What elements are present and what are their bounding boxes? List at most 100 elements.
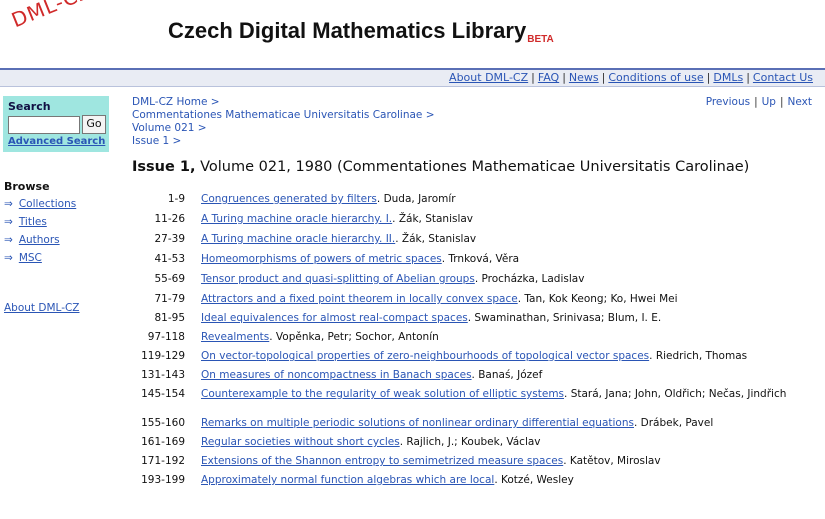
about-dml-cz-link[interactable]: About DML-CZ [4, 302, 80, 314]
article-pages: 41-53 [154, 253, 185, 265]
article-pages: 119-129 [141, 350, 185, 362]
site-title-text: Czech Digital Mathematics Library [168, 18, 527, 43]
article-title-link[interactable]: Ideal equivalences for almost real-compa… [201, 312, 468, 324]
beta-badge: BETA [527, 34, 554, 45]
article-title-link[interactable]: A Turing machine oracle hierarchy. I. [201, 213, 392, 225]
breadcrumb-volume[interactable]: Volume 021 > [132, 122, 207, 134]
article-title-link[interactable]: A Turing machine oracle hierarchy. II. [201, 233, 395, 245]
breadcrumb-home[interactable]: DML-CZ Home > [132, 96, 220, 108]
article-authors: . Procházka, Ladislav [474, 273, 585, 285]
article-authors: . Stará, Jana; John, Oldřich; Nečas, Jin… [564, 388, 787, 400]
next-link[interactable]: Next [788, 96, 812, 108]
dml-cz-logo[interactable]: DML-CZ [8, 0, 95, 32]
article-title-link[interactable]: Remarks on multiple periodic solutions o… [201, 417, 634, 429]
article-pages: 145-154 [141, 388, 185, 400]
article-authors: . Trnková, Věra [441, 253, 520, 265]
nav-faq[interactable]: FAQ [538, 71, 559, 84]
browse-item-msc: ⇒ MSC [4, 252, 42, 264]
browse-link[interactable]: Collections [19, 198, 76, 210]
article-title-link[interactable]: On vector-topological properties of zero… [201, 350, 649, 362]
article-authors: . Žák, Stanislav [395, 233, 477, 245]
article-title-link[interactable]: Regular societies without short cycles [201, 436, 400, 448]
article-title-link[interactable]: Extensions of the Shannon entropy to sem… [201, 455, 563, 467]
list-item: 119-129 On vector-topological properties … [132, 350, 822, 364]
breadcrumb-journal[interactable]: Commentationes Mathematicae Universitati… [132, 109, 435, 121]
top-navigation: About DML-CZ | FAQ | News | Conditions of use |… [0, 70, 825, 87]
arrow-right-icon: ⇒ [4, 216, 13, 228]
site-title: Czech Digital Mathematics LibraryBETA [168, 18, 554, 45]
list-item: 97-118 Revealments. Vopěnka, Petr; Sochor… [132, 331, 822, 345]
article-pages: 71-79 [154, 293, 185, 305]
list-item: 1-9 Congruences generated by filters. Dud… [132, 193, 822, 207]
article-entry: Ideal equivalences for almost real-compa… [201, 312, 816, 325]
issue-number: Issue 1, [132, 159, 196, 175]
article-entry: On vector-topological properties of zero… [201, 350, 816, 363]
article-authors: . Rajlich, J.; Koubek, Václav [399, 436, 541, 448]
browse-link[interactable]: Authors [19, 234, 60, 246]
breadcrumb-issue[interactable]: Issue 1 > [132, 135, 181, 147]
search-input[interactable] [8, 116, 80, 134]
browse-item-titles: ⇒ Titles [4, 216, 47, 228]
article-entry: Homeomorphisms of powers of metric space… [201, 253, 816, 266]
arrow-right-icon: ⇒ [4, 234, 13, 246]
article-authors: . Banaś, Józef [471, 369, 543, 381]
article-entry: Tensor product and quasi-splitting of Ab… [201, 273, 816, 286]
browse-link[interactable]: MSC [19, 252, 42, 264]
advanced-search-link[interactable]: Advanced Search [8, 136, 105, 147]
article-title-link[interactable]: Approximately normal function algebras w… [201, 474, 494, 486]
article-title-link[interactable]: Counterexample to the regularity of weak… [201, 388, 564, 400]
article-entry: Approximately normal function algebras w… [201, 474, 816, 487]
list-item: 155-160 Remarks on multiple periodic solu… [132, 417, 822, 431]
article-title-link[interactable]: Revealments [201, 331, 269, 343]
article-entry: Counterexample to the regularity of weak… [201, 388, 816, 401]
article-entry: Regular societies without short cycles. … [201, 436, 816, 449]
article-pages: 81-95 [154, 312, 185, 324]
article-authors: . Swaminathan, Srinivasa; Blum, I. E. [467, 312, 662, 324]
article-title-link[interactable]: On measures of noncompactness in Banach … [201, 369, 472, 381]
article-pages: 155-160 [141, 417, 185, 429]
previous-link[interactable]: Previous [706, 96, 750, 108]
article-authors: . Duda, Jaromír [376, 193, 456, 205]
list-item: 193-199 Approximately normal function alg… [132, 474, 822, 488]
nav-about[interactable]: About DML-CZ [449, 71, 528, 84]
list-item: 161-169 Regular societies without short c… [132, 436, 822, 450]
article-entry: Remarks on multiple periodic solutions o… [201, 417, 816, 430]
browse-link[interactable]: Titles [19, 216, 47, 228]
browse-title: Browse [4, 180, 50, 193]
search-title: Search [8, 100, 51, 113]
article-title-link[interactable]: Tensor product and quasi-splitting of Ab… [201, 273, 475, 285]
arrow-right-icon: ⇒ [4, 252, 13, 264]
list-item: 171-192 Extensions of the Shannon entropy… [132, 455, 822, 469]
article-title-link[interactable]: Attractors and a fixed point theorem in … [201, 293, 518, 305]
page-title: Issue 1, Volume 021, 1980 (Commentatione… [132, 159, 749, 175]
list-item: 145-154 Counterexample to the regularity … [132, 388, 822, 402]
nav-news[interactable]: News [569, 71, 599, 84]
article-pages: 193-199 [141, 474, 185, 486]
arrow-right-icon: ⇒ [4, 198, 13, 210]
article-pages: 171-192 [141, 455, 185, 467]
list-item: 27-39 A Turing machine oracle hierarchy. … [132, 233, 822, 247]
list-item: 55-69 Tensor product and quasi-splitting … [132, 273, 822, 287]
article-entry: Extensions of the Shannon entropy to sem… [201, 455, 816, 468]
article-entry: Attractors and a fixed point theorem in … [201, 293, 816, 306]
up-link[interactable]: Up [762, 96, 776, 108]
nav-conditions[interactable]: Conditions of use [608, 71, 703, 84]
article-pages: 161-169 [141, 436, 185, 448]
browse-item-collections: ⇒ Collections [4, 198, 76, 210]
search-go-button[interactable]: Go [82, 115, 106, 134]
article-entry: Congruences generated by filters. Duda, … [201, 193, 816, 206]
article-pages: 55-69 [154, 273, 185, 285]
list-item: 131-143 On measures of noncompactness in … [132, 369, 822, 383]
nav-contact[interactable]: Contact Us [753, 71, 813, 84]
nav-dmls[interactable]: DMLs [713, 71, 743, 84]
article-title-link[interactable]: Congruences generated by filters [201, 193, 377, 205]
article-pages: 27-39 [154, 233, 185, 245]
article-title-link[interactable]: Homeomorphisms of powers of metric space… [201, 253, 442, 265]
article-authors: . Kotzé, Wesley [494, 474, 574, 486]
pager: Previous | Up | Next [705, 96, 812, 108]
article-entry: Revealments. Vopěnka, Petr; Sochor, Anto… [201, 331, 816, 344]
search-box: Search Go Advanced Search [3, 96, 109, 152]
browse-item-authors: ⇒ Authors [4, 234, 60, 246]
article-pages: 1-9 [167, 193, 185, 205]
article-pages: 11-26 [154, 213, 185, 225]
